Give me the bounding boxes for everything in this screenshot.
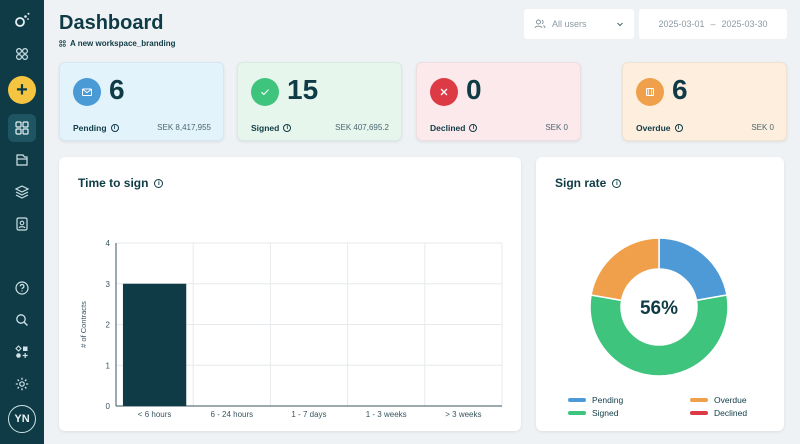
layers-icon[interactable] [8, 178, 36, 206]
overdue-label: Overdue i [636, 123, 683, 133]
users-filter-value: All users [552, 19, 587, 29]
info-icon[interactable]: i [111, 124, 119, 132]
overdue-card[interactable]: 6 Overdue i SEK 0 [622, 62, 787, 141]
workspace-name: A new workspace_branding [70, 39, 176, 48]
users-icon [534, 18, 546, 30]
legend-swatch [690, 411, 708, 415]
donut-slice[interactable] [591, 238, 659, 300]
legend-swatch [568, 398, 586, 402]
signed-amount: SEK 407,695.2 [335, 123, 389, 132]
page-title: Dashboard [59, 12, 163, 35]
workspace-label: A new workspace_branding [59, 39, 176, 48]
workspace-switcher-icon[interactable] [8, 40, 36, 68]
legend-label: Pending [592, 395, 623, 405]
bar[interactable] [123, 284, 186, 406]
mail-icon [73, 78, 101, 106]
pending-label-text: Pending [73, 123, 107, 133]
avatar[interactable]: YN [8, 405, 36, 433]
contacts-icon[interactable] [8, 210, 36, 238]
date-from: 2025-03-01 [658, 19, 704, 29]
apps-icon[interactable] [8, 338, 36, 366]
sidebar: + YN [0, 0, 44, 444]
legend-item[interactable]: Signed [568, 408, 618, 418]
add-button[interactable]: + [8, 76, 36, 104]
y-tick-label: 2 [106, 321, 111, 330]
pending-label: Pending i [73, 123, 119, 133]
y-tick-label: 3 [106, 280, 111, 289]
x-tick-label: < 6 hours [138, 410, 172, 419]
sign-rate-panel: Sign rate i 56% PendingSignedOverdueDecl… [536, 157, 784, 431]
signed-label-text: Signed [251, 123, 279, 133]
add-icon: + [16, 79, 28, 102]
workspace-icon [59, 40, 66, 47]
signed-count: 15 [287, 74, 318, 106]
legend-label: Signed [592, 408, 618, 418]
legend-label: Declined [714, 408, 747, 418]
declined-label: Declined i [430, 123, 477, 133]
time-to-sign-panel: Time to sign i 01234< 6 hours6 - 24 hour… [59, 157, 521, 431]
logo-icon[interactable] [8, 6, 36, 34]
declined-count: 0 [466, 74, 482, 106]
search-icon[interactable] [8, 306, 36, 334]
date-range-picker[interactable]: 2025-03-01 – 2025-03-30 [639, 9, 787, 39]
y-axis-label: # of Contracts [79, 301, 88, 348]
legend-item[interactable]: Overdue [690, 395, 747, 405]
x-tick-label: 6 - 24 hours [210, 410, 253, 419]
users-filter-dropdown[interactable]: All users [524, 9, 634, 39]
close-icon [430, 78, 458, 106]
signed-label: Signedi [251, 123, 291, 133]
legend-swatch [568, 411, 586, 415]
y-tick-label: 0 [106, 402, 111, 411]
date-to: 2025-03-30 [722, 19, 768, 29]
x-tick-label: > 3 weeks [445, 410, 481, 419]
declined-amount: SEK 0 [545, 123, 568, 132]
x-tick-label: 1 - 3 weeks [366, 410, 407, 419]
pending-count: 6 [109, 74, 125, 106]
chevron-down-icon [616, 20, 624, 28]
sign-rate-value: 56% [640, 298, 678, 319]
check-icon [251, 78, 279, 106]
settings-icon[interactable] [8, 370, 36, 398]
legend-item[interactable]: Pending [568, 395, 623, 405]
calendar-icon [636, 78, 664, 106]
overdue-count: 6 [672, 74, 688, 106]
dashboard-icon[interactable] [8, 114, 36, 142]
y-tick-label: 1 [106, 361, 111, 370]
pending-card[interactable]: 6 Pending i SEK 8,417,955 [59, 62, 224, 141]
x-tick-label: 1 - 7 days [291, 410, 326, 419]
y-tick-label: 4 [106, 239, 111, 248]
legend-swatch [690, 398, 708, 402]
overdue-amount: SEK 0 [751, 123, 774, 132]
time-to-sign-chart: 0 1 2 3 4 < 6 hours 6 - 24 hours 1 - 7 days 1 - … [59, 157, 521, 431]
sign-rate-chart: 56% [536, 157, 784, 431]
info-icon[interactable]: i [469, 124, 477, 132]
overdue-label-text: Overdue [636, 123, 671, 133]
pending-amount: SEK 8,417,955 [157, 123, 211, 132]
legend-label: Overdue [714, 395, 747, 405]
declined-card[interactable]: 0 Declined i SEK 0 [416, 62, 581, 141]
declined-label-text: Declined [430, 123, 465, 133]
legend-item[interactable]: Declined [690, 408, 747, 418]
date-separator: – [710, 19, 715, 29]
info-icon[interactable]: i [675, 124, 683, 132]
donut-slice[interactable] [659, 238, 727, 300]
documents-icon[interactable] [8, 146, 36, 174]
help-icon[interactable] [8, 274, 36, 302]
info-icon[interactable]: i [283, 124, 291, 132]
signed-card[interactable]: 15 Signedi SEK 407,695.2 [237, 62, 402, 141]
